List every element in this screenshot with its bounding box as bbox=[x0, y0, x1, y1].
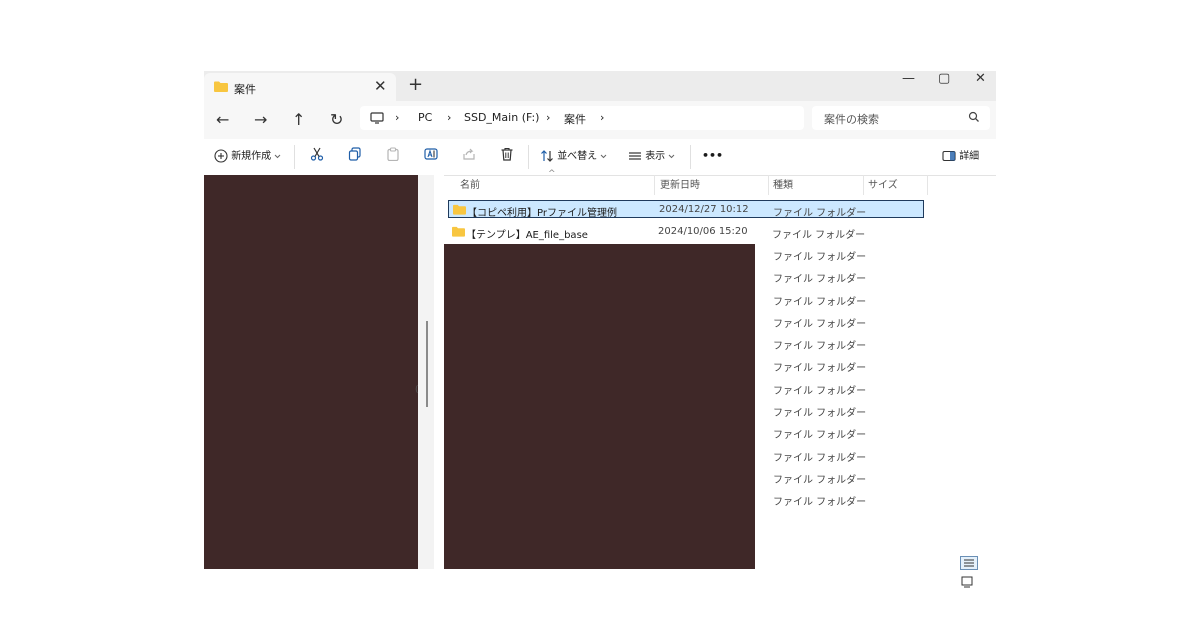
up-arrow-icon[interactable]: ↑ bbox=[292, 110, 305, 129]
column-header-type[interactable]: 種類 bbox=[773, 176, 793, 191]
toolbar-divider bbox=[294, 145, 295, 169]
address-bar[interactable]: › PC › SSD_Main (F:) › 案件 › bbox=[360, 106, 804, 130]
sort-icon bbox=[541, 150, 553, 162]
tab-current-folder[interactable]: 案件 ✕ bbox=[204, 73, 396, 101]
breadcrumb-pc[interactable]: PC bbox=[418, 111, 432, 124]
column-divider[interactable] bbox=[863, 175, 864, 195]
chevron-down-icon bbox=[601, 154, 607, 158]
view-button[interactable]: 表示 bbox=[628, 147, 675, 163]
file-row-selected[interactable]: 【コピペ利用】Prファイル管理例 2024/12/27 10:12 ファイル フ… bbox=[448, 200, 924, 219]
plus-circle-icon bbox=[214, 149, 228, 163]
file-name: 【コピペ利用】Prファイル管理例 bbox=[467, 208, 617, 219]
column-divider[interactable] bbox=[654, 175, 655, 195]
file-type-redacted-row[interactable]: ファイル フォルダー bbox=[773, 293, 866, 308]
search-box[interactable]: 案件の検索 bbox=[812, 106, 990, 130]
file-row[interactable]: 【テンプレ】AE_file_base 2024/10/06 15:20 ファイル… bbox=[448, 223, 924, 241]
clipboard-icon bbox=[387, 147, 399, 162]
details-pane-button[interactable]: 詳細 bbox=[942, 147, 979, 163]
rename-button[interactable] bbox=[424, 147, 438, 161]
file-type-redacted-row[interactable]: ファイル フォルダー bbox=[773, 493, 866, 508]
delete-button[interactable] bbox=[500, 147, 514, 161]
folder-icon bbox=[452, 226, 465, 237]
scissors-icon bbox=[310, 147, 324, 161]
file-explorer-window: 案件 ✕ + — ▢ ✕ ← → ↑ ↻ › PC › SSD_Main (F:… bbox=[204, 71, 996, 588]
chevron-down-icon bbox=[669, 154, 675, 158]
file-type: ファイル フォルダー bbox=[772, 230, 866, 241]
breadcrumb-drive[interactable]: SSD_Main (F:) bbox=[464, 111, 539, 124]
copy-button[interactable] bbox=[348, 147, 362, 161]
column-header-size[interactable]: サイズ bbox=[868, 176, 898, 191]
refresh-icon[interactable]: ↻ bbox=[330, 110, 343, 129]
tab-bar: 案件 ✕ + — ▢ ✕ bbox=[204, 71, 996, 101]
column-divider[interactable] bbox=[768, 175, 769, 195]
file-name: 【テンプレ】AE_file_base bbox=[466, 230, 588, 241]
column-divider[interactable] bbox=[927, 175, 928, 195]
toolbar-divider bbox=[528, 145, 529, 169]
chevron-down-icon bbox=[275, 154, 281, 158]
computer-icon bbox=[370, 112, 384, 124]
file-type-redacted-row[interactable]: ファイル フォルダー bbox=[773, 426, 866, 441]
more-options-icon[interactable]: ••• bbox=[702, 149, 723, 162]
file-type-redacted-row[interactable]: ファイル フォルダー bbox=[773, 471, 866, 486]
breadcrumb-separator: › bbox=[546, 111, 551, 124]
details-pane-icon bbox=[942, 150, 956, 162]
file-type-redacted-row[interactable]: ファイル フォルダー bbox=[773, 337, 866, 352]
minimize-icon[interactable]: — bbox=[902, 71, 915, 86]
trash-icon bbox=[501, 147, 513, 161]
new-button[interactable]: 新規作成 bbox=[214, 147, 281, 163]
column-header-date[interactable]: 更新日時 bbox=[660, 176, 700, 191]
copy-icon bbox=[348, 147, 361, 161]
cut-button[interactable] bbox=[310, 147, 324, 161]
folder-icon bbox=[453, 204, 466, 215]
breadcrumb-separator: › bbox=[447, 111, 452, 124]
close-window-icon[interactable]: ✕ bbox=[975, 71, 986, 86]
breadcrumb-separator: › bbox=[395, 111, 400, 124]
navigation-pane-scrollbar[interactable] bbox=[426, 321, 428, 407]
sort-caret-icon: ^ bbox=[548, 169, 556, 179]
tab-close-icon[interactable]: ✕ bbox=[374, 77, 387, 95]
search-input[interactable]: 案件の検索 bbox=[824, 111, 879, 127]
file-type-redacted-row[interactable]: ファイル フォルダー bbox=[773, 248, 866, 263]
navigation-pane-fragment: ( bbox=[415, 385, 419, 395]
new-tab-button[interactable]: + bbox=[408, 74, 423, 95]
file-type-redacted-row[interactable]: ファイル フォルダー bbox=[773, 382, 866, 397]
file-date: 2024/12/27 10:12 bbox=[659, 204, 749, 215]
pane-splitter[interactable] bbox=[434, 175, 444, 569]
share-icon bbox=[463, 148, 475, 160]
details-view-icon[interactable] bbox=[960, 556, 978, 570]
forward-arrow-icon[interactable]: → bbox=[254, 110, 267, 129]
column-header-name[interactable]: 名前 bbox=[460, 176, 480, 191]
toolbar-divider bbox=[690, 145, 691, 169]
view-button-label: 表示 bbox=[645, 151, 666, 162]
file-type-redacted-row[interactable]: ファイル フォルダー bbox=[773, 449, 866, 464]
folder-icon bbox=[214, 81, 228, 92]
file-type-redacted-row[interactable]: ファイル フォルダー bbox=[773, 359, 866, 374]
file-type-redacted-row[interactable]: ファイル フォルダー bbox=[773, 270, 866, 285]
paste-button[interactable] bbox=[386, 147, 400, 162]
view-toggle bbox=[960, 555, 996, 593]
tiles-view-icon[interactable] bbox=[960, 575, 974, 589]
details-pane-label: 詳細 bbox=[959, 151, 980, 162]
maximize-icon[interactable]: ▢ bbox=[938, 71, 950, 86]
navigation-pane-redacted bbox=[204, 175, 418, 569]
breadcrumb-separator: › bbox=[600, 111, 605, 124]
sort-button-label: 並べ替え bbox=[557, 151, 598, 162]
new-button-label: 新規作成 bbox=[231, 151, 272, 162]
breadcrumb-folder[interactable]: 案件 bbox=[564, 111, 586, 127]
search-icon bbox=[968, 111, 979, 122]
navigation-bar: ← → ↑ ↻ › PC › SSD_Main (F:) › 案件 › 案件の検… bbox=[204, 101, 996, 139]
file-type: ファイル フォルダー bbox=[773, 208, 867, 219]
tab-title: 案件 bbox=[234, 83, 256, 96]
file-type-redacted-row[interactable]: ファイル フォルダー bbox=[773, 315, 866, 330]
sort-button[interactable]: 並べ替え bbox=[540, 147, 607, 163]
rename-icon bbox=[424, 148, 438, 160]
file-list-redacted bbox=[444, 244, 755, 569]
share-button[interactable] bbox=[462, 147, 476, 161]
file-type-redacted-row[interactable]: ファイル フォルダー bbox=[773, 404, 866, 419]
file-date: 2024/10/06 15:20 bbox=[658, 226, 748, 237]
list-view-icon bbox=[629, 152, 641, 160]
back-arrow-icon[interactable]: ← bbox=[216, 110, 229, 129]
command-bar: 新規作成 並べ替え 表示 ••• 詳細 bbox=[204, 139, 996, 176]
